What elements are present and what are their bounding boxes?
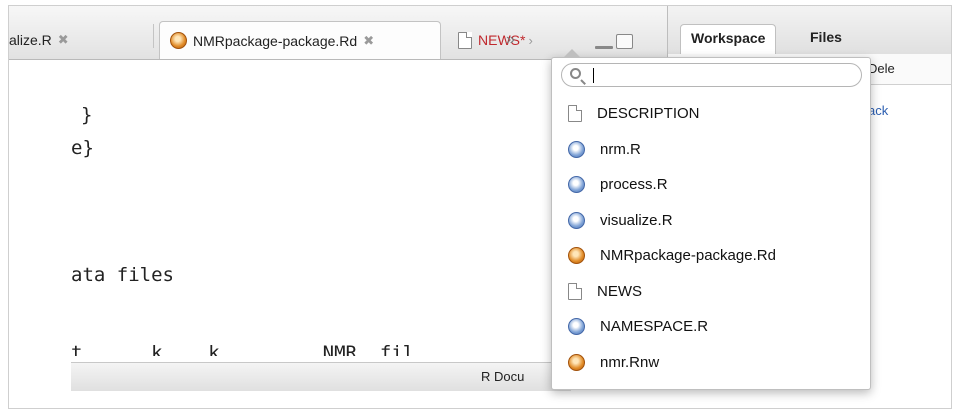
tab-visualize-r[interactable]: alize.R ✖ (9, 21, 69, 59)
search-input[interactable] (592, 66, 856, 86)
tab-workspace[interactable]: Workspace (680, 24, 777, 54)
doc-icon (568, 282, 582, 300)
file-item-visualize-r[interactable]: visualize.R (552, 203, 870, 239)
tab-label: NMRpackage-package.Rd (193, 32, 358, 49)
r-file-icon (568, 176, 585, 194)
file-name: DESCRIPTION (597, 105, 700, 123)
maximize-icon[interactable] (616, 34, 633, 49)
file-name: NAMESPACE.R (600, 318, 709, 336)
file-name: process.R (600, 176, 668, 194)
file-type-selector[interactable]: R Docu (481, 369, 524, 384)
r-file-icon (568, 318, 585, 336)
code-line: e} (71, 137, 94, 159)
r-file-icon (568, 140, 585, 158)
rd-file-icon (170, 32, 187, 49)
tab-nmrpackage-rd[interactable]: NMRpackage-package.Rd ✖ (159, 21, 441, 59)
search-icon (570, 68, 581, 79)
code-line-clipped: t k k NMR fil (71, 344, 415, 356)
file-name: NEWS (597, 282, 642, 300)
more-tabs-chevron-icon[interactable]: » (506, 31, 515, 49)
close-icon[interactable]: › (528, 33, 532, 48)
search-box[interactable] (561, 63, 862, 87)
file-item-nmr-rnw[interactable]: nmr.Rnw (552, 345, 870, 381)
file-item-news[interactable]: NEWS (552, 274, 870, 310)
right-pane-tab-bar: Workspace Files (668, 6, 951, 55)
file-list: DESCRIPTION nrm.R process.R visualize.R … (552, 96, 870, 380)
rd-file-icon (568, 247, 585, 265)
tab-files[interactable]: Files (800, 24, 852, 54)
file-list-popup: DESCRIPTION nrm.R process.R visualize.R … (551, 49, 871, 390)
file-item-nmrpackage-rd[interactable]: NMRpackage-package.Rd (552, 238, 870, 274)
rnw-file-icon (568, 353, 585, 371)
editor-status-bar: R Docu (71, 362, 571, 391)
tab-label: NEWS* (478, 32, 526, 48)
file-item-process-r[interactable]: process.R (552, 167, 870, 203)
code-line: } (81, 104, 93, 126)
doc-icon (458, 31, 472, 49)
file-item-namespace-r[interactable]: NAMESPACE.R (552, 309, 870, 345)
r-file-icon (568, 211, 585, 229)
delete-button[interactable]: Dele (868, 61, 895, 76)
code-line: ata files (71, 264, 174, 286)
file-item-description[interactable]: DESCRIPTION (552, 96, 870, 132)
package-link[interactable]: ack (868, 103, 888, 118)
file-name: nrm.R (600, 140, 641, 158)
tab-news[interactable]: NEWS* › (458, 21, 533, 59)
minimize-icon[interactable] (595, 46, 613, 49)
tab-divider (153, 24, 154, 48)
doc-icon (568, 105, 582, 123)
file-name: nmr.Rnw (600, 353, 660, 371)
tab-label: alize.R (9, 32, 52, 48)
file-name: visualize.R (600, 211, 673, 229)
close-icon[interactable]: ✖ (363, 33, 374, 49)
text-caret (593, 68, 594, 83)
close-icon[interactable]: ✖ (58, 32, 69, 48)
file-name: NMRpackage-package.Rd (600, 247, 776, 265)
file-item-nrm-r[interactable]: nrm.R (552, 132, 870, 168)
